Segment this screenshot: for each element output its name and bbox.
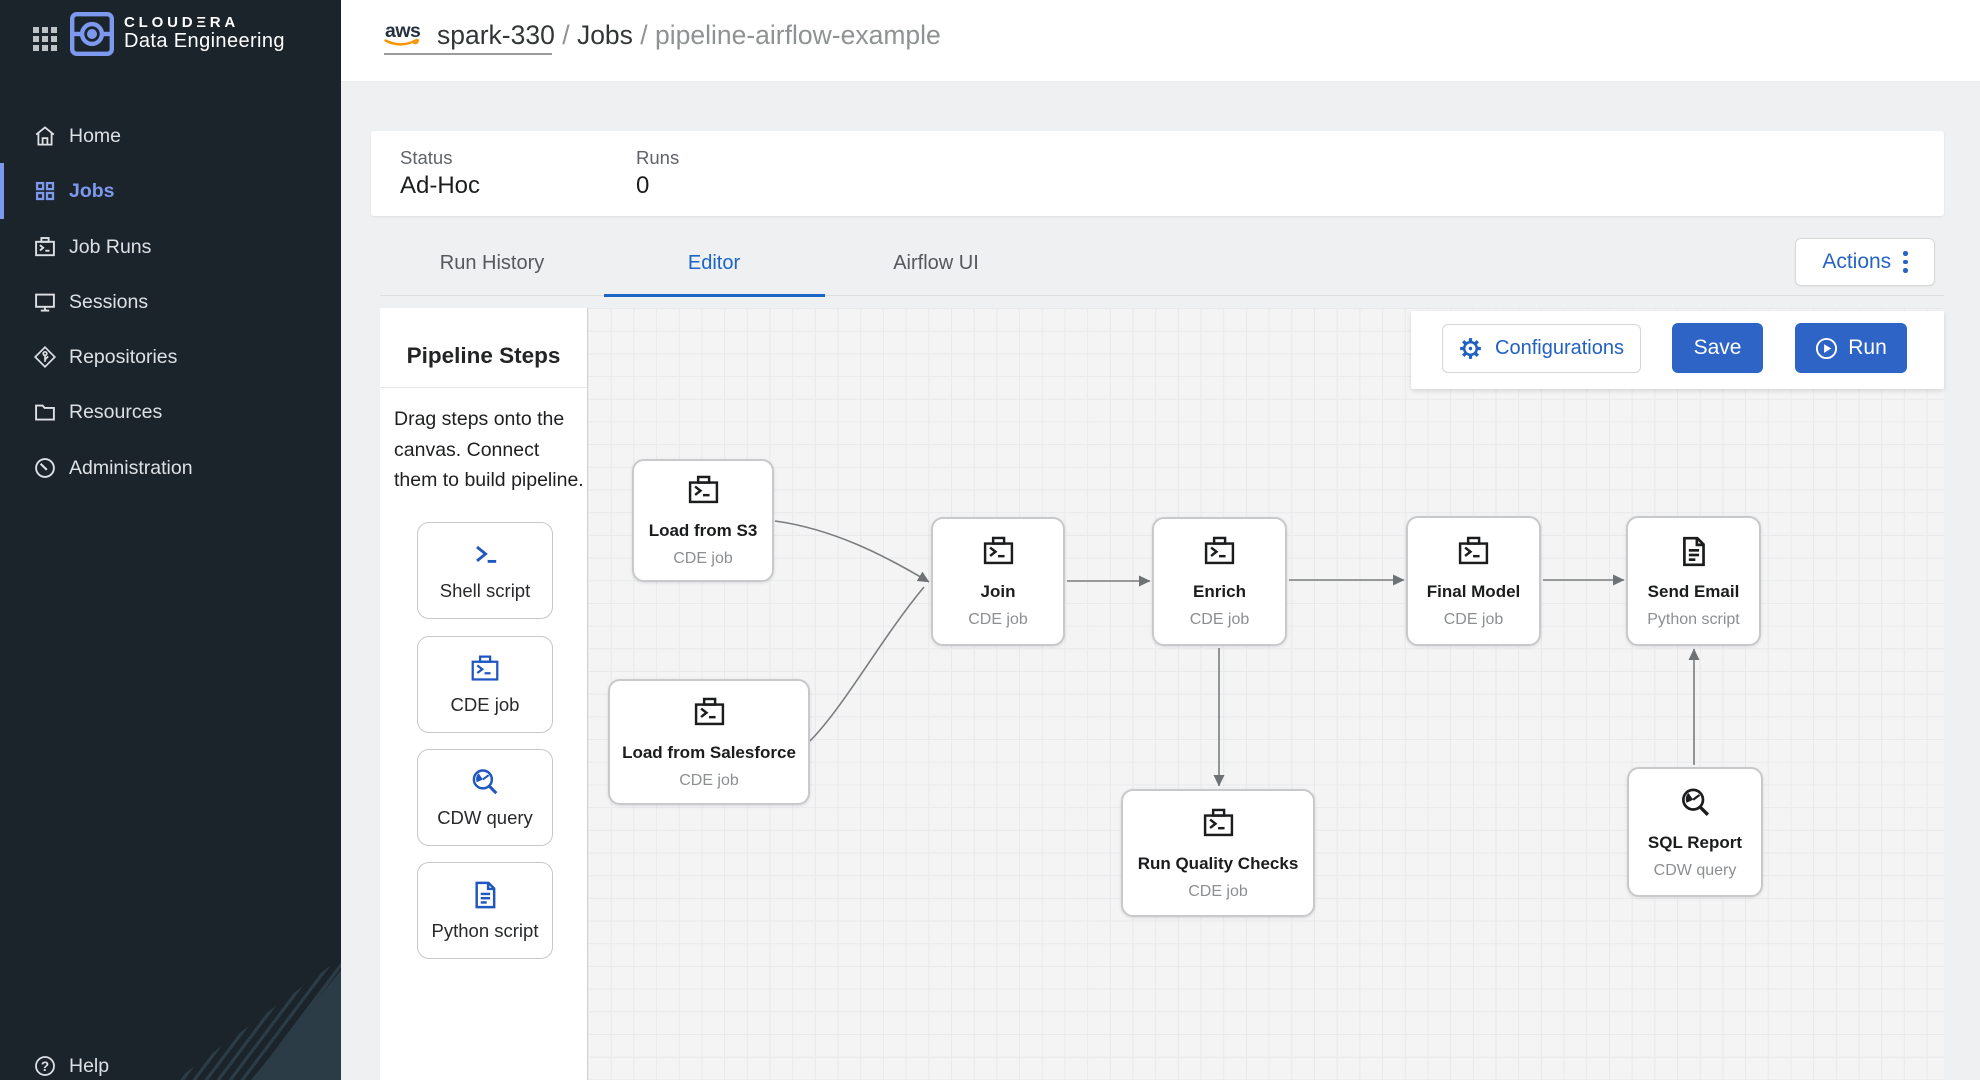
svg-text:?: ? [41,1059,49,1074]
svg-text:aws: aws [385,21,421,42]
